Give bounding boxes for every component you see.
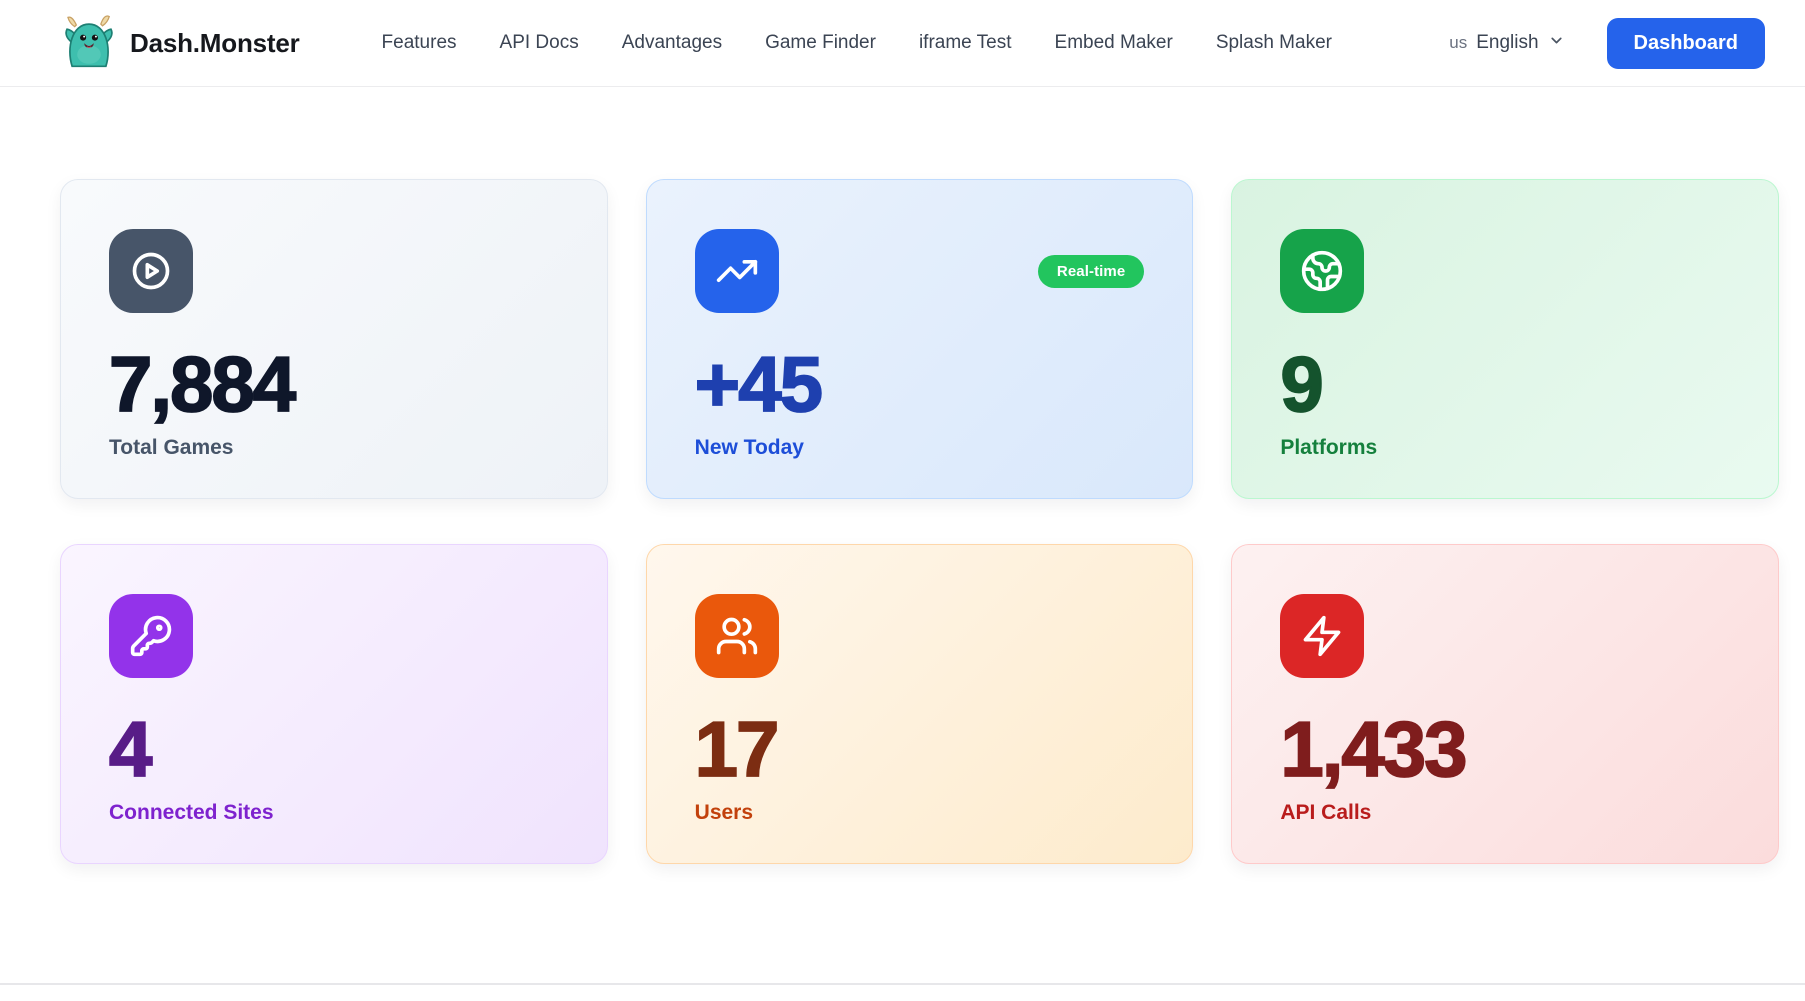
stat-card-users: 17 Users <box>646 544 1194 864</box>
stat-label: Total Games <box>109 436 559 460</box>
topbar-right: us English Dashboard <box>1449 18 1765 69</box>
stat-value: 4 <box>109 710 559 788</box>
stat-value: 9 <box>1280 345 1730 423</box>
nav-item-splash-maker[interactable]: Splash Maker <box>1216 32 1332 54</box>
language-label: English <box>1476 32 1538 54</box>
monster-mascot-icon <box>62 12 116 75</box>
stat-label: Platforms <box>1280 436 1730 460</box>
stat-value: 1,433 <box>1280 710 1730 788</box>
bottom-divider <box>0 983 1805 985</box>
trending-up-icon <box>695 229 779 313</box>
play-circle-icon <box>109 229 193 313</box>
main-nav: Features API Docs Advantages Game Finder ifr… <box>382 32 1332 54</box>
stat-value: +45 <box>695 345 1145 423</box>
stat-card-new-today: Real-time +45 New Today <box>646 179 1194 499</box>
nav-item-game-finder[interactable]: Game Finder <box>765 32 876 54</box>
stats-grid: 7,884 Total Games Real-time +45 New Toda… <box>60 179 1779 864</box>
language-flag-code: us <box>1449 33 1467 53</box>
stat-label: API Calls <box>1280 801 1730 825</box>
nav-item-iframe-test[interactable]: iframe Test <box>919 32 1012 54</box>
dashboard-stats-section: 7,884 Total Games Real-time +45 New Toda… <box>0 179 1805 864</box>
stat-label: New Today <box>695 436 1145 460</box>
nav-item-features[interactable]: Features <box>382 32 457 54</box>
brand-title: Dash.Monster <box>130 28 300 59</box>
nav-item-advantages[interactable]: Advantages <box>622 32 722 54</box>
top-navbar: Dash.Monster Features API Docs Advantages G… <box>0 0 1805 87</box>
stat-label: Connected Sites <box>109 801 559 825</box>
zap-icon <box>1280 594 1364 678</box>
stat-label: Users <box>695 801 1145 825</box>
stat-card-platforms: 9 Platforms <box>1231 179 1779 499</box>
stat-card-api-calls: 1,433 API Calls <box>1231 544 1779 864</box>
stat-value: 7,884 <box>109 345 559 423</box>
nav-item-embed-maker[interactable]: Embed Maker <box>1055 32 1173 54</box>
brand-logo[interactable]: Dash.Monster <box>62 12 300 75</box>
stat-card-total-games: 7,884 Total Games <box>60 179 608 499</box>
globe-icon <box>1280 229 1364 313</box>
key-icon <box>109 594 193 678</box>
dashboard-button[interactable]: Dashboard <box>1607 18 1765 69</box>
users-icon <box>695 594 779 678</box>
realtime-badge: Real-time <box>1038 255 1144 288</box>
stat-card-connected-sites: 4 Connected Sites <box>60 544 608 864</box>
nav-item-api-docs[interactable]: API Docs <box>500 32 579 54</box>
stat-value: 17 <box>695 710 1145 788</box>
chevron-down-icon <box>1548 32 1565 54</box>
language-selector[interactable]: us English <box>1449 32 1564 54</box>
